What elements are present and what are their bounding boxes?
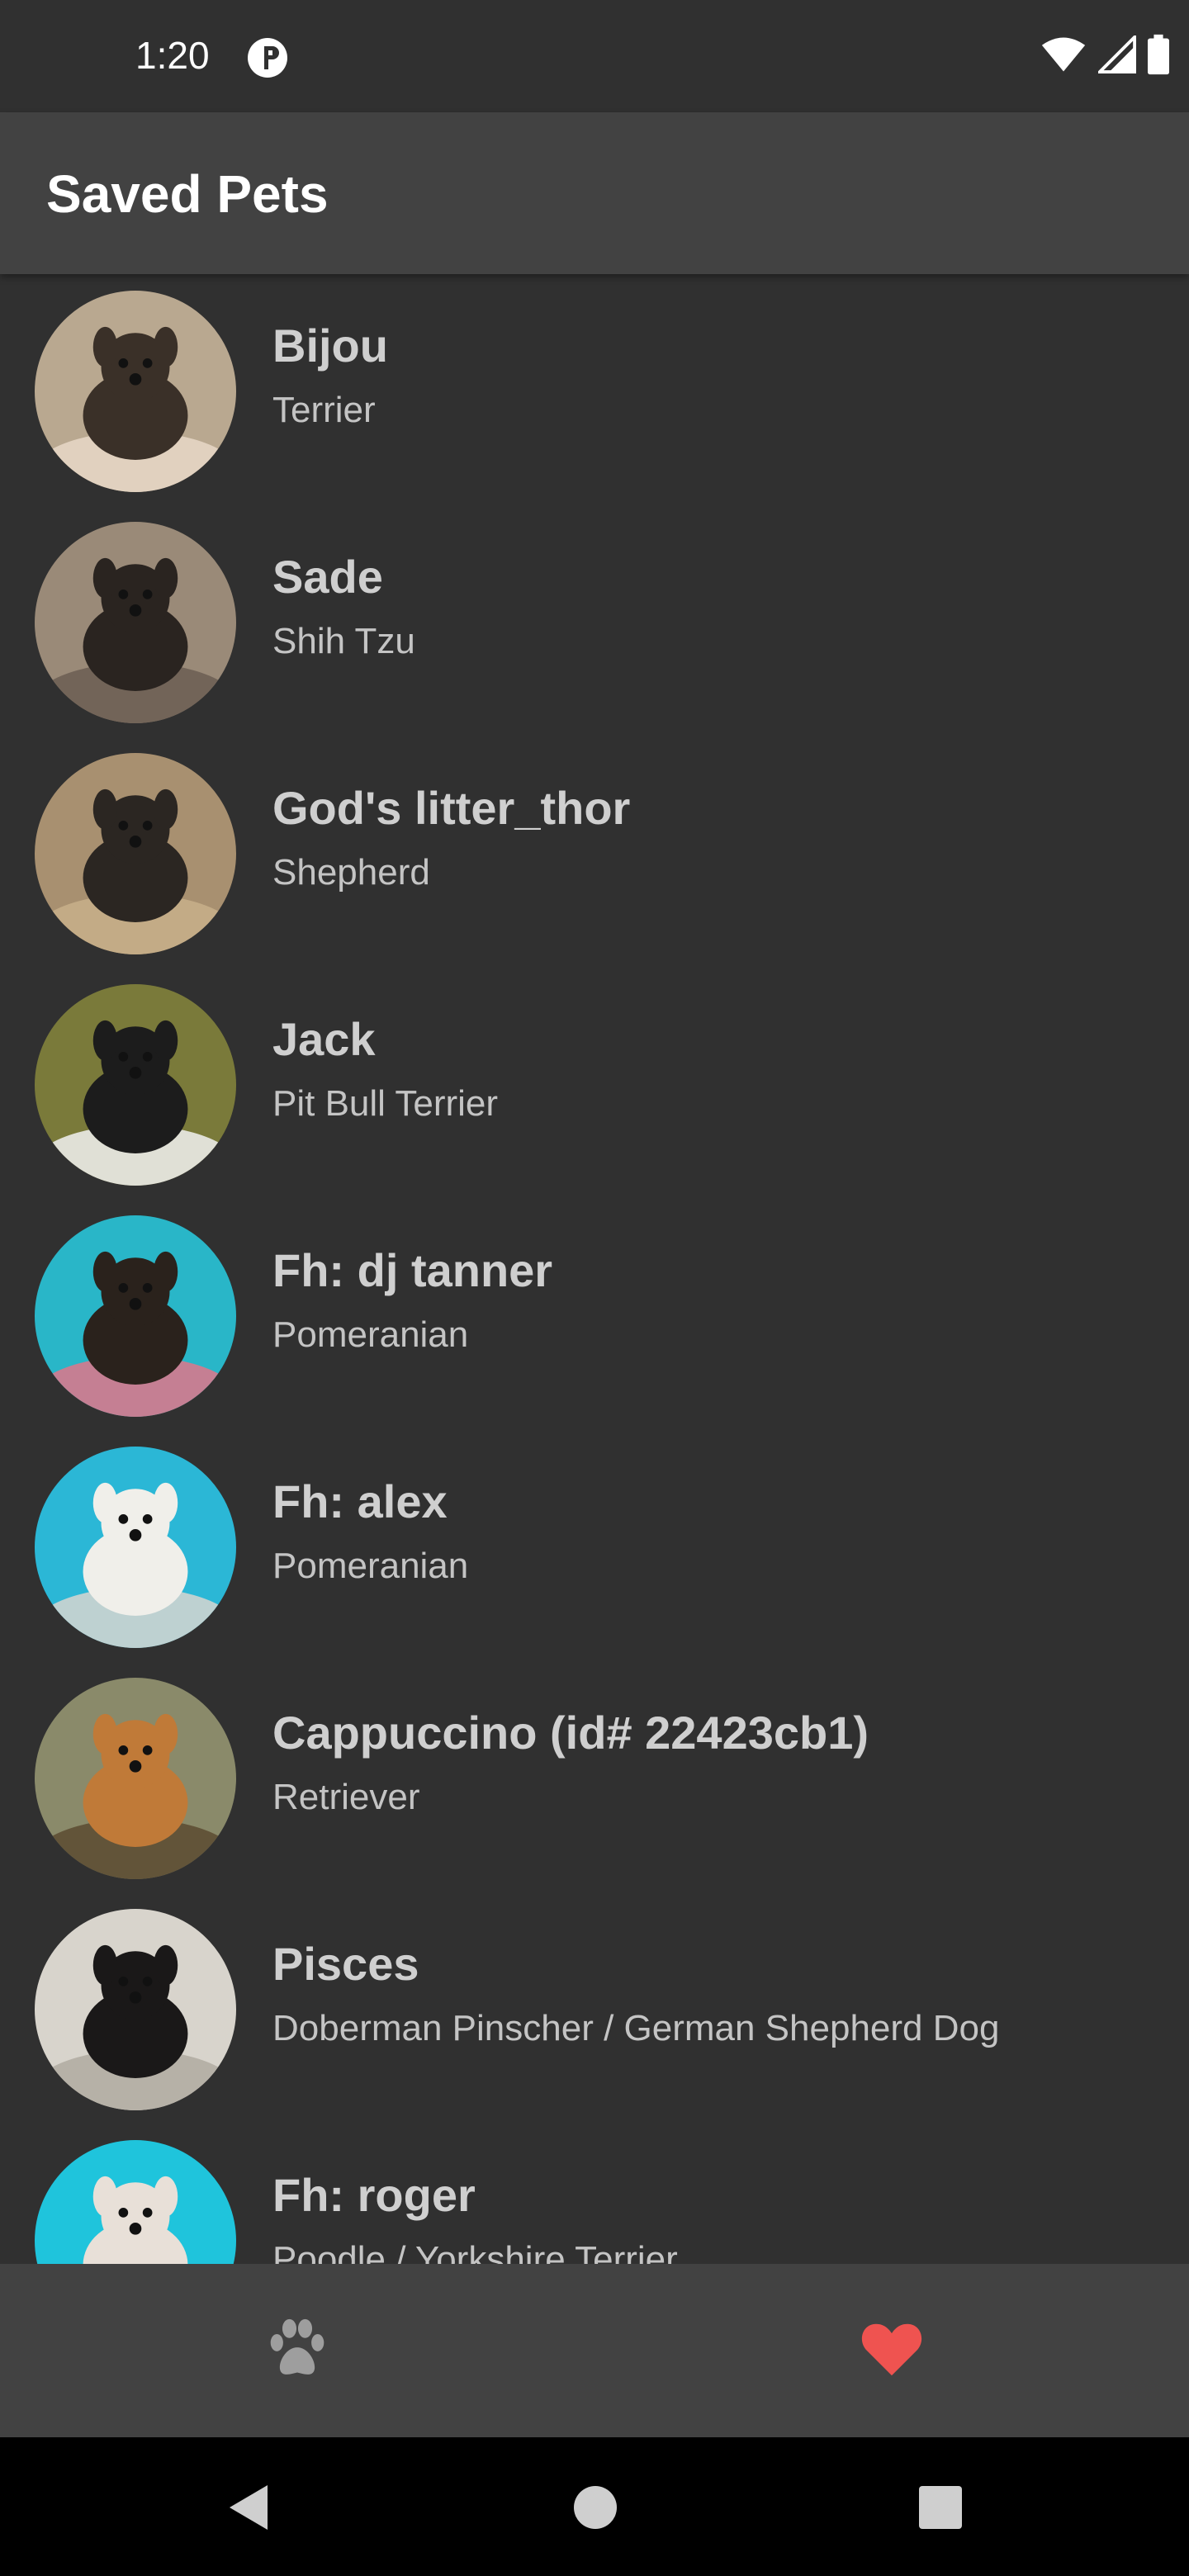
pet-list-item[interactable]: Fh: alex Pomeranian [0,1430,1189,1661]
pet-name: Cappuccino (id# 22423cb1) [272,1707,869,1759]
nav-saved-button[interactable] [594,2264,1189,2437]
pet-breed: Pit Bull Terrier [272,1083,499,1124]
wifi-icon [1040,36,1087,78]
back-icon[interactable] [221,2479,279,2536]
pet-breed: Shepherd [272,852,430,893]
cell-signal-icon [1096,32,1136,78]
pet-avatar [35,1447,236,1648]
pet-avatar [35,1678,236,1879]
pet-avatar [35,753,236,954]
pet-list-item[interactable]: Fh: roger Poodle / Yorkshire Terrier [0,2124,1189,2264]
pet-name: Sade [272,551,383,603]
pet-name: Jack [272,1013,376,1065]
pet-list-item[interactable]: Pisces Doberman Pinscher / German Shephe… [0,1892,1189,2124]
battery-icon [1148,34,1169,79]
pet-avatar [35,2140,236,2264]
pet-avatar [35,522,236,723]
pet-name: Pisces [272,1938,419,1990]
pet-avatar [35,1909,236,2110]
recents-icon[interactable] [912,2479,969,2536]
status-bar: 1:20 [0,0,1189,112]
pet-breed: Poodle / Yorkshire Terrier [272,2239,678,2264]
pet-name: Fh: dj tanner [272,1244,553,1296]
pet-list-item[interactable]: Jack Pit Bull Terrier [0,968,1189,1199]
paw-icon [266,2318,329,2384]
pet-list-item[interactable]: Cappuccino (id# 22423cb1) Retriever [0,1661,1189,1892]
pet-breed: Shih Tzu [272,621,415,661]
home-icon[interactable] [566,2479,624,2536]
bottom-nav [0,2264,1189,2437]
page-title: Saved Pets [46,164,329,224]
pet-name: God's litter_thor [272,782,631,834]
pet-breed: Terrier [272,390,376,430]
pet-list-item[interactable]: God's litter_thor Shepherd [0,736,1189,968]
pet-name: Bijou [272,320,388,372]
pet-avatar [35,291,236,492]
pet-avatar [35,1215,236,1417]
app-notification-icon [246,36,289,79]
pet-breed: Retriever [272,1777,420,1817]
system-nav-bar [0,2437,1189,2576]
pet-avatar [35,984,236,1186]
pet-list-item[interactable]: Sade Shih Tzu [0,505,1189,736]
pet-list-item[interactable]: Fh: dj tanner Pomeranian [0,1199,1189,1430]
pet-name: Fh: alex [272,1475,448,1527]
saved-pets-list[interactable]: Bijou Terrier Sade Shih Tzu God's litter… [0,274,1189,2264]
pet-breed: Pomeranian [272,1546,469,1586]
status-time: 1:20 [135,34,210,77]
pet-list-item[interactable]: Bijou Terrier [0,274,1189,505]
app-bar: Saved Pets [0,112,1189,274]
heart-icon [860,2321,923,2381]
pet-breed: Pomeranian [272,1314,469,1355]
pet-name: Fh: roger [272,2169,476,2221]
pet-breed: Doberman Pinscher / German Shepherd Dog [272,2008,1000,2048]
nav-browse-button[interactable] [0,2264,594,2437]
